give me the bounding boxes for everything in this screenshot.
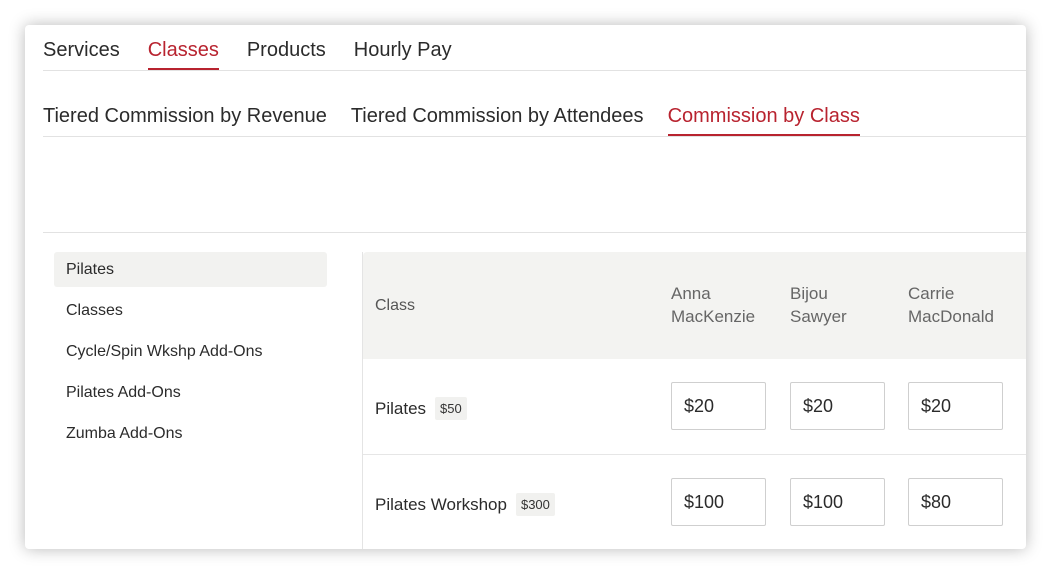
category-item-classes[interactable]: Classes bbox=[54, 293, 327, 328]
table-header: Class Anna MacKenzie Bijou Sawyer Carrie… bbox=[363, 252, 1026, 359]
staff-first-name: Anna bbox=[671, 284, 711, 303]
commission-rate-input[interactable] bbox=[908, 382, 1003, 430]
category-item-pilates[interactable]: Pilates bbox=[54, 252, 327, 287]
table-row: Pilates $50 bbox=[363, 359, 1026, 455]
commission-rate-input[interactable] bbox=[671, 478, 766, 526]
class-name-cell: Pilates $50 bbox=[375, 397, 467, 420]
staff-first-name: Bijou bbox=[790, 284, 828, 303]
price-badge: $300 bbox=[515, 493, 555, 516]
column-header-class: Class bbox=[375, 297, 416, 314]
tab-tiered-commission-revenue[interactable]: Tiered Commission by Revenue bbox=[43, 71, 327, 137]
section-divider bbox=[43, 232, 1026, 233]
column-header-staff: Anna MacKenzie bbox=[671, 282, 781, 328]
primary-tabs: Services Classes Products Hourly Pay bbox=[43, 25, 1026, 71]
staff-last-name: Sawyer bbox=[790, 307, 847, 326]
commission-rate-input[interactable] bbox=[790, 478, 885, 526]
tab-tiered-commission-attendees[interactable]: Tiered Commission by Attendees bbox=[351, 71, 644, 137]
secondary-tabs: Tiered Commission by Revenue Tiered Comm… bbox=[43, 71, 1026, 137]
category-item-pilates-add-ons[interactable]: Pilates Add-Ons bbox=[54, 375, 327, 410]
class-name: Pilates bbox=[375, 398, 427, 418]
commission-rate-input[interactable] bbox=[790, 382, 885, 430]
class-category-list: Pilates Classes Cycle/Spin Wkshp Add-Ons… bbox=[54, 252, 327, 457]
class-name-cell: Pilates Workshop $300 bbox=[375, 493, 555, 516]
class-name: Pilates Workshop bbox=[375, 494, 507, 514]
price-badge: $50 bbox=[435, 397, 467, 420]
staff-last-name: MacDonald bbox=[908, 307, 994, 326]
column-header-staff: Bijou Sawyer bbox=[790, 282, 900, 328]
staff-last-name: MacKenzie bbox=[671, 307, 756, 326]
commission-rate-input[interactable] bbox=[908, 478, 1003, 526]
tab-services[interactable]: Services bbox=[43, 25, 120, 71]
tab-classes[interactable]: Classes bbox=[147, 25, 219, 71]
tab-commission-by-class[interactable]: Commission by Class bbox=[667, 71, 861, 137]
category-item-zumba-add-ons[interactable]: Zumba Add-Ons bbox=[54, 416, 327, 451]
column-header-staff: Carrie MacDonald bbox=[908, 282, 1018, 328]
commission-table: Class Anna MacKenzie Bijou Sawyer Carrie… bbox=[362, 252, 1026, 549]
commission-rate-input[interactable] bbox=[671, 382, 766, 430]
tab-products[interactable]: Products bbox=[247, 25, 326, 71]
table-row: Pilates Workshop $300 bbox=[363, 455, 1026, 549]
tab-hourly-pay[interactable]: Hourly Pay bbox=[354, 25, 452, 71]
category-item-cycle-spin-wkshp-add-ons[interactable]: Cycle/Spin Wkshp Add-Ons bbox=[54, 334, 327, 369]
staff-first-name: Carrie bbox=[908, 284, 955, 303]
commission-settings-card: Services Classes Products Hourly Pay Tie… bbox=[25, 25, 1026, 549]
